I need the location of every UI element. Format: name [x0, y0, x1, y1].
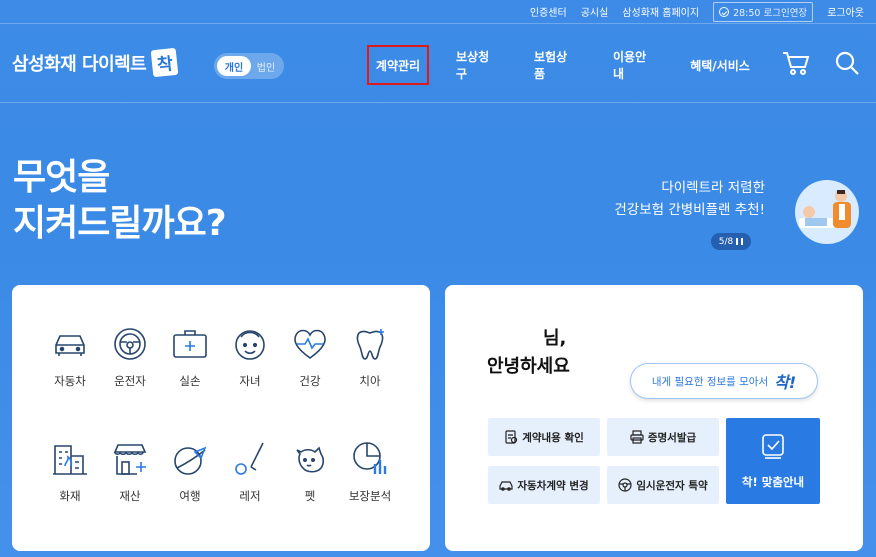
category-pet[interactable]: 펫: [280, 440, 340, 504]
certificate-label: 증명서발급: [647, 431, 697, 444]
nav-contract-management[interactable]: 계약관리: [367, 45, 429, 85]
promo-banner[interactable]: 다이렉트라 저렴한 건강보험 간병비플랜 추천!: [614, 177, 765, 221]
category-child[interactable]: 자녀: [220, 325, 280, 389]
category-label: 여행: [179, 489, 201, 503]
contract-details-label: 계약내용 확인: [522, 431, 584, 444]
category-fire[interactable]: 화재: [40, 440, 100, 504]
bubble-badge: 착!: [774, 373, 797, 392]
medical-kit-icon: [173, 330, 207, 358]
category-label: 보장분석: [348, 489, 392, 503]
toggle-corporate[interactable]: 법인: [251, 59, 281, 74]
category-label: 자녀: [239, 374, 261, 388]
session-timer-text: 28:50 로그인연장: [733, 7, 808, 19]
car-icon: [499, 481, 513, 491]
promo-line2: 건강보험 간병비플랜 추천!: [614, 202, 765, 218]
category-label: 치아: [359, 374, 381, 388]
document-check-icon: [505, 430, 518, 444]
toggle-personal[interactable]: 개인: [217, 56, 251, 76]
greeting-panel: 님, 안녕하세요 내게 필요한 정보를 모아서 착! 계약내용 확인 증명서발급…: [445, 285, 863, 551]
category-coverage-analysis[interactable]: 보장분석: [340, 440, 400, 504]
temp-driver-button[interactable]: 임시운전자 특약: [607, 466, 719, 504]
printer-icon: [630, 430, 644, 444]
pause-icon[interactable]: [736, 238, 744, 245]
promo-illustration: [795, 180, 859, 244]
category-health[interactable]: 건강: [280, 325, 340, 389]
greeting: 님, 안녕하세요: [487, 325, 570, 381]
pager-count: 5/8: [718, 236, 734, 247]
steering-wheel-icon: [618, 478, 632, 492]
category-driver[interactable]: 운전자: [100, 325, 160, 389]
session-extend-button[interactable]: 28:50 로그인연장: [713, 1, 814, 22]
nav-benefits[interactable]: 혜택/서비스: [690, 45, 750, 85]
certificate-button[interactable]: 증명서발급: [607, 418, 719, 456]
header: 삼성화재 다이렉트 착 개인 법인 계약관리 보상청구 보험상품 이용안내 혜택…: [0, 25, 876, 103]
logo[interactable]: 삼성화재 다이렉트 착: [12, 47, 179, 78]
nav-claims[interactable]: 보상청구: [456, 45, 500, 85]
store-icon: [113, 444, 147, 475]
nav-guide[interactable]: 이용안내: [613, 45, 657, 85]
car-icon: [55, 335, 85, 356]
greeting-line1: 님,: [543, 328, 567, 349]
child-face-icon: [235, 330, 265, 360]
analysis-chart-icon: [353, 442, 387, 474]
category-label: 실손: [179, 374, 201, 388]
hero-title-line1: 무엇을: [13, 157, 110, 198]
category-label: 화재: [59, 489, 81, 503]
golf-icon: [235, 442, 264, 475]
pet-icon: [296, 446, 325, 473]
category-travel[interactable]: 여행: [160, 440, 220, 504]
checklist-icon: [762, 434, 784, 459]
steering-wheel-icon: [114, 328, 146, 360]
category-leisure[interactable]: 레저: [220, 440, 280, 504]
info-bubble: 내게 필요한 정보를 모아서 착!: [630, 363, 818, 399]
category-label: 펫: [304, 489, 316, 503]
bubble-text: 내게 필요한 정보를 모아서: [651, 375, 769, 388]
category-car[interactable]: 자동차: [40, 325, 100, 389]
plane-globe-icon: [174, 446, 207, 475]
custom-guide-button[interactable]: 착! 맞춤안내: [726, 418, 820, 504]
category-medical[interactable]: 실손: [160, 325, 220, 389]
cart-icon[interactable]: [782, 50, 810, 76]
homepage-link[interactable]: 삼성화재 홈페이지: [622, 4, 699, 19]
utility-bar: 인증센터 공시실 삼성화재 홈페이지 28:50 로그인연장 로그아웃: [0, 0, 876, 24]
custom-guide-label: 착! 맞춤안내: [741, 475, 805, 489]
banner-pager[interactable]: 5/8: [711, 233, 751, 250]
auth-center-link[interactable]: 인증센터: [530, 4, 567, 19]
category-label: 레저: [239, 489, 261, 503]
contract-details-button[interactable]: 계약내용 확인: [488, 418, 600, 456]
hero-title-line2: 지켜드릴까요?: [13, 203, 227, 244]
greeting-line2: 안녕하세요: [487, 356, 570, 377]
logout-link[interactable]: 로그아웃: [827, 4, 864, 19]
car-contract-change-label: 자동차계약 변경: [517, 479, 589, 492]
building-fire-icon: [53, 445, 87, 475]
search-icon[interactable]: [834, 50, 860, 76]
car-contract-change-button[interactable]: 자동차계약 변경: [488, 466, 600, 504]
disclosure-link[interactable]: 공시실: [581, 4, 609, 19]
category-dental[interactable]: 치아: [340, 325, 400, 389]
hero-title: 무엇을 지켜드릴까요?: [13, 155, 227, 247]
category-label: 재산: [119, 489, 141, 503]
nav-products[interactable]: 보험상품: [534, 45, 578, 85]
heart-pulse-icon: [294, 329, 326, 359]
logo-text: 삼성화재 다이렉트: [12, 53, 147, 75]
temp-driver-label: 임시운전자 특약: [636, 479, 708, 492]
tooth-icon: [356, 329, 384, 360]
category-label: 자동차: [54, 374, 86, 388]
promo-line1: 다이렉트라 저렴한: [661, 180, 765, 196]
main-nav: 계약관리 보상청구 보험상품 이용안내 혜택/서비스: [367, 45, 750, 85]
logo-badge: 착: [150, 47, 179, 78]
category-label: 운전자: [114, 374, 146, 388]
category-panel: 자동차 운전자 실손 자녀 건강 치아 화재 재산 여행 레저 펫 보장분석: [12, 285, 430, 551]
category-label: 건강: [299, 374, 321, 388]
customer-type-toggle[interactable]: 개인 법인: [214, 53, 284, 79]
category-property[interactable]: 재산: [100, 440, 160, 504]
clock-icon: [719, 6, 730, 17]
